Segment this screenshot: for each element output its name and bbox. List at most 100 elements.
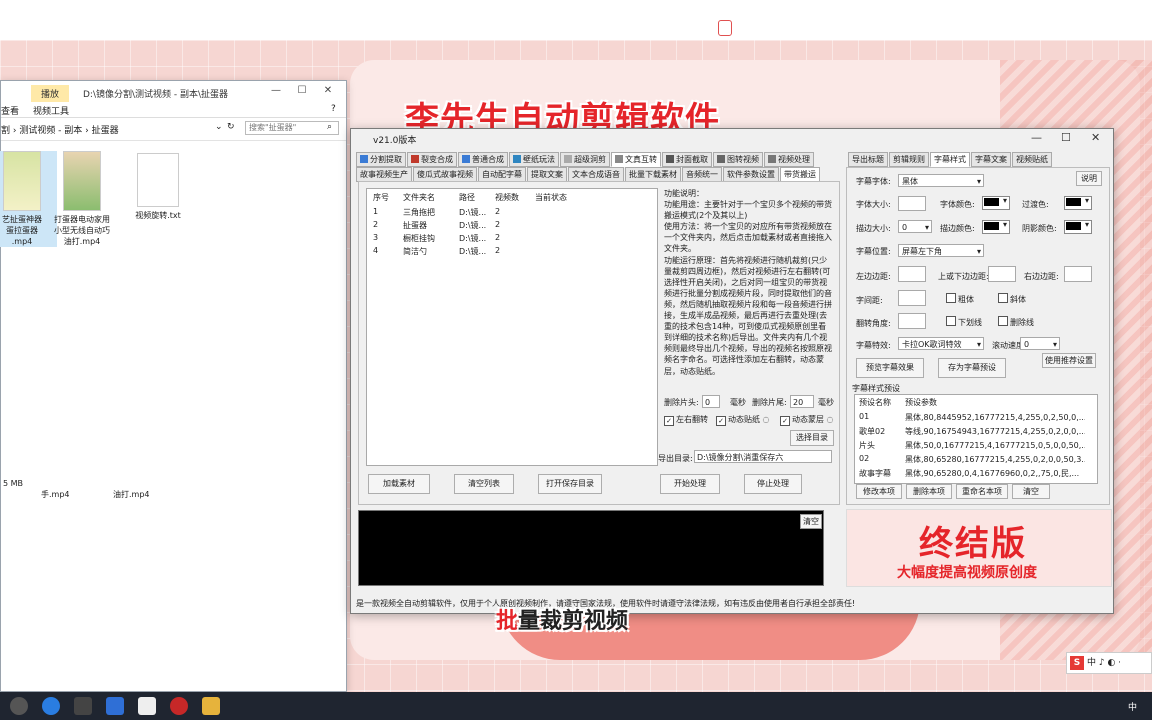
- help-icon[interactable]: ?: [331, 104, 336, 114]
- table-row[interactable]: 歌单02 等线,90,16754943,16777215,4,255,0,2,0,…: [855, 426, 1085, 439]
- clear-list-button[interactable]: 清空列表: [454, 474, 514, 494]
- shadow-color-picker[interactable]: [1064, 220, 1092, 234]
- tab-edit-rules[interactable]: 剪辑规则: [889, 152, 929, 167]
- position-select[interactable]: 屏幕左下角: [898, 244, 984, 258]
- tab-normal-merge[interactable]: 普通合成: [458, 152, 508, 167]
- console-clear-button[interactable]: 清空: [800, 514, 822, 529]
- transition-color-picker[interactable]: [1064, 196, 1092, 210]
- minimize-icon[interactable]: —: [1031, 131, 1042, 144]
- use-preset-button[interactable]: 使用推荐设置: [1042, 353, 1096, 368]
- close-icon[interactable]: ✕: [1091, 131, 1100, 144]
- tab-batch-download[interactable]: 批量下载素材: [625, 167, 681, 182]
- clear-preset-button[interactable]: 清空: [1012, 484, 1050, 499]
- search-input[interactable]: 搜索"扯蛋器": [245, 121, 339, 135]
- log-console[interactable]: [358, 510, 824, 586]
- italic-checkbox[interactable]: 斜体: [998, 293, 1026, 305]
- record-icon[interactable]: [170, 697, 188, 715]
- font-size-input[interactable]: [898, 196, 926, 211]
- file-name[interactable]: 油打.mp4: [113, 489, 150, 500]
- ribbon-tab-view[interactable]: 查看: [1, 104, 19, 117]
- tab-carry[interactable]: 带货搬运: [780, 167, 820, 182]
- tab-text-convert[interactable]: 文真互转: [611, 152, 661, 167]
- cut-tail-input[interactable]: 20: [790, 395, 814, 408]
- search-icon[interactable]: [10, 697, 28, 715]
- tab-split[interactable]: 分割提取: [356, 152, 406, 167]
- tab-fission[interactable]: 裂变合成: [407, 152, 457, 167]
- tab-easy-story[interactable]: 傻瓜式故事视频: [413, 167, 477, 182]
- ime-toolbar[interactable]: S中 ♪ ◐ ·: [1066, 652, 1152, 674]
- bold-checkbox[interactable]: 粗体: [946, 293, 974, 305]
- stroke-size-select[interactable]: 0: [898, 220, 932, 234]
- start-button[interactable]: 开始处理: [660, 474, 720, 494]
- delete-preset-button[interactable]: 删除本项: [906, 484, 952, 499]
- table-row[interactable]: 片头 黑体,50,0,16777215,4,16777215,0,5,0,0,50…: [855, 440, 1085, 453]
- folder-list[interactable]: 序号 文件夹名 路径 视频数 当前状态 1 三角拖把 D:\镜... 2 2 扯蛋器 D:…: [366, 188, 658, 466]
- mask-checkbox[interactable]: ✓ 动态蒙层 ◌: [780, 414, 834, 426]
- tab-super-cut[interactable]: 超级洞剪: [560, 152, 610, 167]
- window-icon[interactable]: [138, 697, 156, 715]
- table-row[interactable]: 2 扯蛋器 D:\镜... 2: [367, 220, 657, 232]
- font-color-picker[interactable]: [982, 196, 1010, 210]
- maximize-icon[interactable]: ☐: [1061, 131, 1071, 144]
- speed-select[interactable]: 0: [1020, 337, 1060, 351]
- font-select[interactable]: 黑体: [898, 174, 984, 188]
- folder-icon[interactable]: [202, 697, 220, 715]
- load-material-button[interactable]: 加载素材: [368, 474, 430, 494]
- preview-subtitle-button[interactable]: 预览字幕效果: [856, 358, 924, 378]
- edit-preset-button[interactable]: 修改本项: [856, 484, 902, 499]
- tab-subtitle-style[interactable]: 字幕样式: [930, 152, 970, 167]
- save-preset-button[interactable]: 存为字幕预设: [938, 358, 1006, 378]
- app-icon[interactable]: [106, 697, 124, 715]
- file-explorer-window[interactable]: 播放 D:\镜像分割\测试视频 - 副本\扯蛋器 — ☐ ✕ 查看 视频工具 ?…: [0, 80, 347, 692]
- tray-ime[interactable]: 中: [1128, 700, 1137, 713]
- table-row[interactable]: 故事字幕 黑体,90,65280,0,4,16776960,0,2,,75,0,民…: [855, 468, 1085, 481]
- chevron-down-icon[interactable]: ⌄: [215, 122, 223, 132]
- tab-extract-text[interactable]: 提取文案: [527, 167, 567, 182]
- address-bar[interactable]: 割 › 测试视频 - 副本 › 扯蛋器 ⌄ ↻ 搜索"扯蛋器" ⌕: [1, 118, 346, 141]
- user-icon[interactable]: [74, 697, 92, 715]
- close-icon[interactable]: ✕: [321, 85, 335, 96]
- angle-input[interactable]: [898, 313, 926, 329]
- choose-dir-button[interactable]: 选择目录: [790, 430, 834, 446]
- right-margin-input[interactable]: [1064, 266, 1092, 282]
- rename-preset-button[interactable]: 重命名本项: [956, 484, 1008, 499]
- browser-icon[interactable]: [42, 697, 60, 715]
- maximize-icon[interactable]: ☐: [295, 85, 309, 96]
- ribbon-tab-play[interactable]: 播放: [31, 85, 70, 102]
- effect-select[interactable]: 卡拉OK歌词特效: [898, 337, 984, 351]
- preset-table[interactable]: 预设名称 预设参数 01 黑体,80,8445952,16777215,4,255,…: [854, 394, 1098, 484]
- explain-button[interactable]: 说明: [1076, 171, 1102, 186]
- strike-checkbox[interactable]: 删除线: [998, 316, 1034, 328]
- flip-checkbox[interactable]: ✓ 左右翻转: [664, 414, 708, 426]
- refresh-icon[interactable]: ↻: [227, 122, 235, 132]
- table-row[interactable]: 02 黑体,80,65280,16777215,4,255,0,2,0,0,50,…: [855, 454, 1085, 467]
- ribbon-tab-video-tools[interactable]: 视频工具: [33, 104, 69, 117]
- tab-tts[interactable]: 文本合成语音: [568, 167, 624, 182]
- sticker-checkbox[interactable]: ✓ 动态贴纸 ◌: [716, 414, 770, 426]
- stroke-color-picker[interactable]: [982, 220, 1010, 234]
- table-row[interactable]: 3 橱柜挂钩 D:\镜... 2: [367, 233, 657, 245]
- tab-auto-subtitle[interactable]: 自动配字幕: [478, 167, 526, 182]
- tab-subtitle-text[interactable]: 字幕文案: [971, 152, 1011, 167]
- tab-settings[interactable]: 软件参数设置: [723, 167, 779, 182]
- breadcrumb[interactable]: 割 › 测试视频 - 副本 › 扯蛋器: [1, 123, 119, 136]
- tb-margin-input[interactable]: [988, 266, 1016, 282]
- underline-checkbox[interactable]: 下划线: [946, 316, 982, 328]
- table-row[interactable]: 01 黑体,80,8445952,16777215,4,255,0,2,50,0,…: [855, 412, 1085, 425]
- stop-button[interactable]: 停止处理: [744, 474, 802, 494]
- tab-export-title[interactable]: 导出标题: [848, 152, 888, 167]
- file-item[interactable]: 视频旋转.txt: [123, 153, 193, 221]
- cut-head-input[interactable]: 0: [702, 395, 720, 408]
- tab-cover[interactable]: 封面截取: [662, 152, 712, 167]
- tab-wallpaper[interactable]: 壁纸玩法: [509, 152, 559, 167]
- output-dir-input[interactable]: D:\镜像分割\消重保存六: [694, 450, 832, 463]
- file-item[interactable]: 打蛋器电动家用 小型无线自动巧 油打.mp4: [47, 151, 117, 247]
- table-row[interactable]: 4 简洁勺 D:\镜... 2: [367, 246, 657, 258]
- tab-story-video[interactable]: 故事视频生产: [356, 167, 412, 182]
- tab-video-process[interactable]: 视频处理: [764, 152, 814, 167]
- spacing-input[interactable]: [898, 290, 926, 306]
- tab-audio-unify[interactable]: 音频统一: [682, 167, 722, 182]
- tab-video-sticker[interactable]: 视频贴纸: [1012, 152, 1052, 167]
- file-name[interactable]: 手.mp4: [41, 489, 70, 500]
- minimize-icon[interactable]: —: [269, 85, 283, 96]
